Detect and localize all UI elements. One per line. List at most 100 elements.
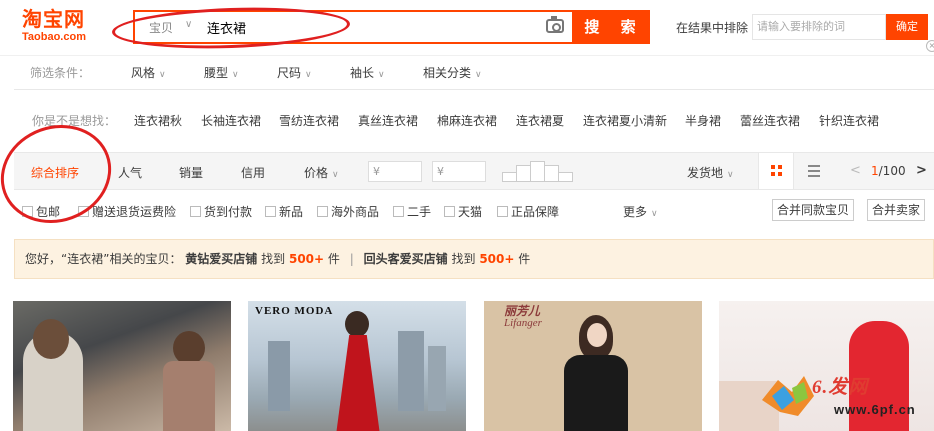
checkbox[interactable] [78,206,89,217]
filter-size[interactable]: 尺码 ∨ [277,64,312,81]
search-box: 宝贝 ∨ 搜 索 [133,10,650,44]
tip-hello: 您好， [25,252,62,266]
shop-tip-bar: 您好，“连衣裙”相关的宝贝： 黄钻爱买店铺 找到 500+ 件 | 回头客爱买店… [14,239,934,279]
filter-sleeve[interactable]: 袖长 ∨ [350,64,385,81]
check-second-hand[interactable]: 二手 [393,203,431,220]
checkbox[interactable] [444,206,455,217]
suggestion-item[interactable]: 连衣裙夏小清新 [583,112,667,129]
check-label: 赠送退货运费险 [92,205,177,219]
more-filters-link[interactable]: 更多 ∨ [623,203,658,220]
product-image-2[interactable]: VERO MODA [248,301,466,431]
product-figure [428,346,446,411]
suggestion-item[interactable]: 连衣裙秋 [134,112,182,129]
check-label: 正品保障 [511,205,560,219]
check-tmall[interactable]: 天猫 [444,203,482,220]
check-genuine[interactable]: 正品保障 [497,203,559,220]
merge-sellers-button[interactable]: 合并卖家 [867,199,926,221]
page-indicator: 1/100 [871,164,906,178]
grid-view-icon[interactable] [758,153,794,189]
suggestion-row: 你是不是想找： 连衣裙秋 长袖连衣裙 雪纺连衣裙 真丝连衣裙 棉麻连衣裙 连衣裙… [0,100,934,138]
chevron-right-icon[interactable]: > [916,163,927,178]
chevron-left-icon[interactable]: < [850,163,861,178]
filter-style[interactable]: 风格 ∨ [131,64,166,81]
check-overseas[interactable]: 海外商品 [317,203,379,220]
checkbox[interactable] [265,206,276,217]
search-input[interactable] [207,17,537,37]
watermark-url: www.6pf.cn [834,402,916,417]
product-figure [163,361,215,431]
merge-same-items-button[interactable]: 合并同款宝贝 [772,199,855,221]
suggestion-item[interactable]: 半身裙 [685,112,721,129]
exclude-confirm-button[interactable]: 确定 [886,14,928,40]
check-label: 货到付款 [204,205,253,219]
checkbox[interactable] [190,206,201,217]
check-return-insurance[interactable]: 赠送退货运费险 [78,203,176,220]
checkbox[interactable] [393,206,404,217]
service-filter-row: 包邮 赠送退货运费险 货到付款 新品 海外商品 二手 天猫 正品保障 更多 ∨ 合… [0,196,934,224]
tip-shop1-link[interactable]: 黄钻爱买店铺 [185,252,257,266]
tip-found2: 找到 [451,252,476,266]
ship-from-label: 发货地 [687,166,724,180]
search-category-dropdown[interactable]: 宝贝 [149,19,173,36]
suggestion-item[interactable]: 棉麻连衣裙 [437,112,497,129]
chevron-down-icon: ∨ [651,209,658,219]
camera-icon[interactable] [546,16,564,33]
sort-sales[interactable]: 销量 [179,164,203,181]
tip-query: “连衣裙” [61,252,110,266]
brand-logo-lifanger: 丽芳儿 Lifanger [504,305,542,329]
product-figure [173,331,205,365]
suggestion-item[interactable]: 真丝连衣裙 [358,112,418,129]
price-range-histogram[interactable] [502,161,576,182]
more-label: 更多 [623,205,648,219]
filter-category[interactable]: 相关分类 ∨ [423,64,482,81]
brand-cn: 丽芳儿 [504,304,541,318]
product-figure [587,323,607,347]
sort-price[interactable]: 价格 ∨ [304,164,339,181]
chevron-down-icon: ∨ [305,70,312,80]
checkbox[interactable] [317,206,328,217]
divider [14,89,934,90]
suggestion-label: 你是不是想找： [32,114,117,128]
filter-style-label: 风格 [131,66,156,80]
sort-price-label: 价格 [304,166,329,180]
check-label: 二手 [407,205,432,219]
sort-credit[interactable]: 信用 [241,164,265,181]
sort-default[interactable]: 综合排序 [31,164,79,181]
check-cod[interactable]: 货到付款 [190,203,252,220]
list-view-icon[interactable] [808,165,820,177]
suggestion-item[interactable]: 长袖连衣裙 [201,112,261,129]
check-label: 新品 [279,205,304,219]
suggestion-item[interactable]: 雪纺连衣裙 [279,112,339,129]
price-max-input[interactable]: ¥ [432,161,486,182]
ship-from-dropdown[interactable]: 发货地 ∨ [687,164,734,181]
price-min-input[interactable]: ¥ [368,161,422,182]
chevron-down-icon: ∨ [159,70,166,80]
filter-label: 筛选条件： [30,66,91,80]
tip-unit1: 件 [327,252,340,266]
filter-size-label: 尺码 [277,66,302,80]
search-button[interactable]: 搜 索 [572,10,650,44]
taobao-logo[interactable]: 淘宝网 Taobao.com [22,8,104,43]
watermark-logo [762,376,814,416]
chevron-down-icon: ∨ [727,170,734,180]
checkbox[interactable] [497,206,508,217]
checkbox[interactable] [22,206,33,217]
check-label: 海外商品 [331,205,380,219]
sort-bar: 综合排序 人气 销量 信用 价格∨ ¥ - ¥ 发货地∨ < 1/100 > [14,152,934,190]
sort-popularity[interactable]: 人气 [118,164,142,181]
chevron-down-icon[interactable]: ∨ [185,19,192,30]
brand-en: Lifanger [504,317,542,329]
check-free-shipping[interactable]: 包邮 [22,203,60,220]
product-image-1[interactable] [13,301,231,431]
product-figure [268,341,290,411]
product-image-3[interactable]: 丽芳儿 Lifanger [484,301,702,431]
suggestion-item[interactable]: 蕾丝连衣裙 [740,112,800,129]
tip-shop2-link[interactable]: 回头客爱买店铺 [364,252,448,266]
suggestion-item[interactable]: 针织连衣裙 [819,112,879,129]
suggestion-item[interactable]: 连衣裙夏 [516,112,564,129]
exclude-input[interactable]: 请输入要排除的词 [752,14,886,40]
filter-waist[interactable]: 腰型 ∨ [204,64,239,81]
tip-related: 相关的宝贝： [109,252,182,266]
check-new[interactable]: 新品 [265,203,303,220]
close-icon[interactable]: × [926,40,934,52]
